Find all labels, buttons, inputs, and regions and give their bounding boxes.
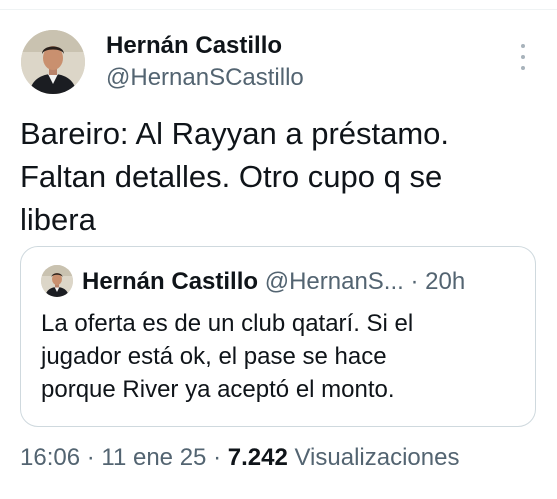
tweet-date[interactable]: 11 ene 25 <box>101 444 206 471</box>
more-vertical-icon[interactable] <box>516 44 530 70</box>
views-count: 7.242 <box>227 444 288 471</box>
top-divider <box>0 9 557 10</box>
tweet-time[interactable]: 16:06 <box>20 444 80 471</box>
quoted-author-handle: @HernanS... <box>264 268 404 295</box>
quoted-separator: · <box>410 268 419 295</box>
author-name[interactable]: Hernán Castillo <box>106 30 282 62</box>
meta-separator: · <box>213 444 222 471</box>
tweet-meta: 16:06 · 11 ene 25 · 7.242 Visualizacione… <box>20 442 459 474</box>
quoted-timestamp: 20h <box>425 268 466 295</box>
quoted-tweet-card[interactable]: Hernán Castillo @HernanS... · 20h La ofe… <box>20 246 536 427</box>
tweet-text: Bareiro: Al Rayyan a préstamo. Faltan de… <box>20 116 450 237</box>
author-avatar-image <box>21 30 85 94</box>
quoted-author-name: Hernán Castillo <box>82 268 259 295</box>
views-label: Visualizaciones <box>294 444 460 471</box>
more-dot <box>521 55 525 59</box>
quoted-tweet-text: La oferta es de un club qatarí. Si el ju… <box>41 310 414 403</box>
author-avatar[interactable] <box>21 30 85 94</box>
quoted-author-avatar <box>41 265 73 297</box>
more-dot <box>521 66 525 70</box>
quoted-author-avatar-image <box>41 265 73 297</box>
meta-separator: · <box>86 444 95 471</box>
author-handle[interactable]: @HernanSCastillo <box>106 62 304 94</box>
more-dot <box>521 44 525 48</box>
quoted-tweet-header: Hernán Castillo @HernanS... · 20h <box>82 266 522 298</box>
